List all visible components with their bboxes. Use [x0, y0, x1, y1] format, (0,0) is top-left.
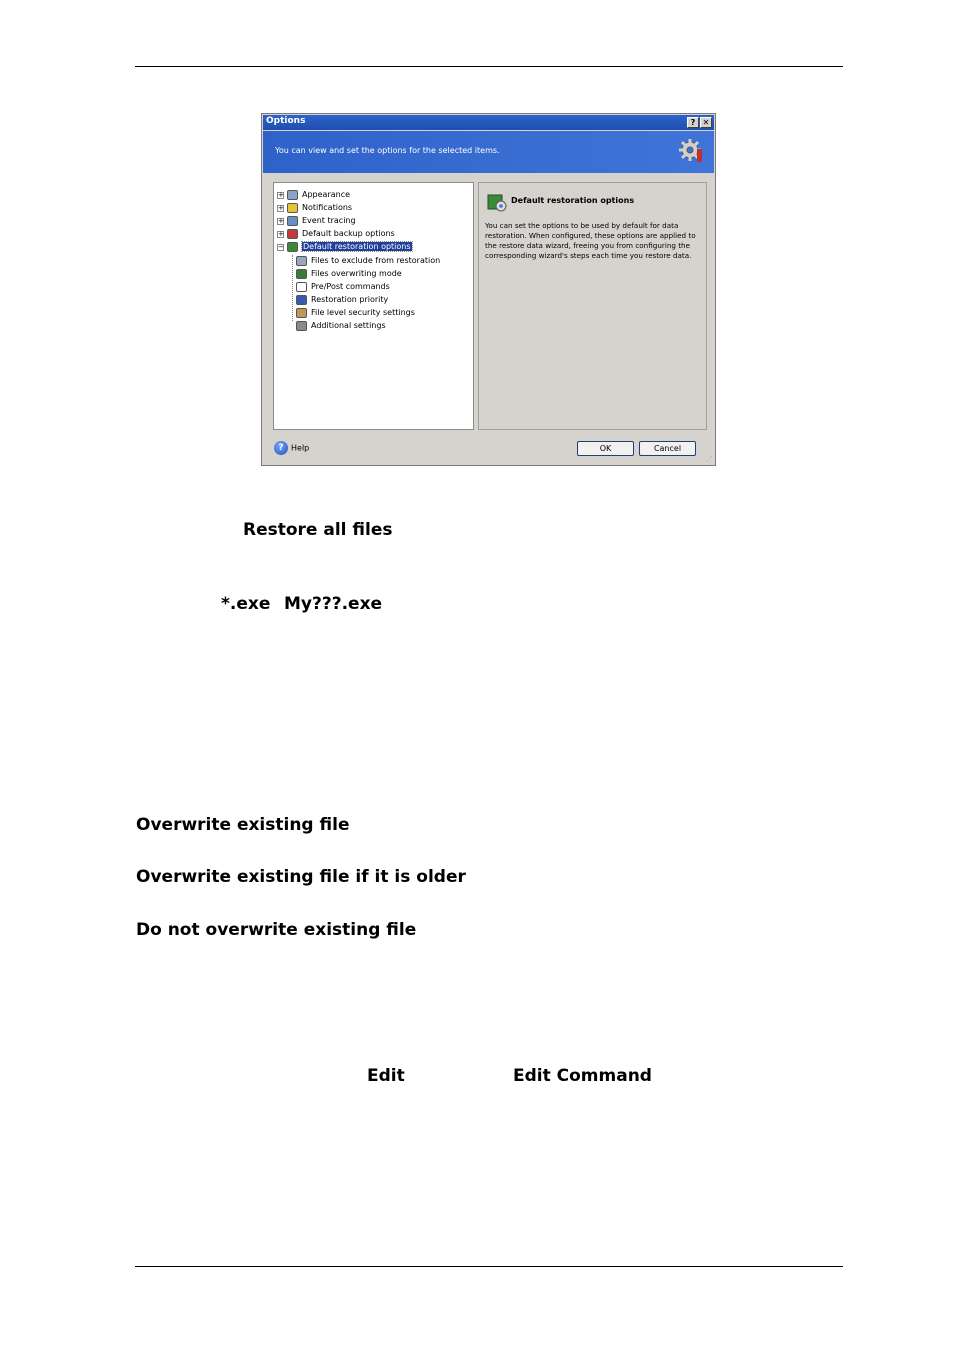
tree-item[interactable]: − Default restoration options [277, 241, 413, 253]
overwrite-if-older-text: Overwrite existing file if it is older [136, 867, 466, 887]
tree-item[interactable]: + Notifications [277, 202, 352, 214]
tree-item-label: File level security settings [311, 308, 415, 317]
info-pane: Default restoration options You can set … [478, 182, 707, 430]
cancel-button[interactable]: Cancel [639, 441, 696, 456]
header-rule [135, 66, 843, 67]
footer-rule [135, 1266, 843, 1267]
dialog-titlebar: Options ? ✕ [263, 115, 714, 130]
tree-item-label: Additional settings [311, 321, 386, 330]
info-description: You can set the options to be used by de… [485, 221, 696, 260]
options-dialog: Options ? ✕ You can view and set the opt… [261, 113, 716, 466]
expand-icon[interactable]: + [277, 204, 284, 212]
tree-item-label: Appearance [302, 190, 351, 199]
question-icon: ? [274, 441, 288, 455]
tree-item-icon [287, 242, 298, 252]
tree-item-label: Default backup options [302, 229, 395, 238]
tree-item-icon [287, 229, 298, 239]
expand-icon[interactable]: + [277, 217, 284, 225]
tree-item-label: Event tracing [302, 216, 356, 225]
tree-item-icon [287, 190, 298, 200]
banner-text: You can view and set the options for the… [275, 146, 500, 155]
tree-item[interactable]: + Event tracing [277, 215, 356, 227]
tree-item[interactable]: + Default backup options [277, 228, 395, 240]
tree-item-icon [287, 203, 298, 213]
edit-command-text: Edit Command [513, 1066, 652, 1086]
tree-item[interactable]: Files overwriting mode [296, 268, 402, 280]
gear-icon [679, 139, 702, 162]
collapse-icon[interactable]: − [277, 243, 284, 251]
tree-item-label: Restoration priority [311, 295, 389, 304]
tree-connector [292, 255, 293, 321]
tree-item-label: Default restoration options [301, 241, 413, 252]
tree-item-label: Notifications [302, 203, 353, 212]
restore-options-icon [487, 194, 507, 212]
tree-item-icon [296, 269, 307, 279]
help-label: Help [291, 443, 310, 453]
tree-item-label: Files overwriting mode [311, 269, 402, 278]
tree-item-icon [296, 321, 307, 331]
expand-icon[interactable]: + [277, 191, 284, 199]
tree-item-icon [296, 256, 307, 266]
tree-item-icon [296, 282, 307, 292]
dialog-banner: You can view and set the options for the… [263, 131, 714, 173]
tree-item-icon [296, 308, 307, 318]
tree-item[interactable]: + Appearance [277, 189, 350, 201]
mask-example-1: *.exe [221, 594, 271, 614]
dialog-title: Options [266, 116, 306, 126]
ok-button[interactable]: OK [577, 441, 634, 456]
help-icon[interactable]: ? [687, 117, 699, 128]
close-icon[interactable]: ✕ [700, 117, 712, 128]
expand-icon[interactable]: + [277, 230, 284, 238]
info-title: Default restoration options [511, 196, 635, 205]
restore-all-files-text: Restore all files [243, 520, 393, 540]
mask-example-2: My???.exe [284, 594, 383, 614]
overwrite-existing-text: Overwrite existing file [136, 815, 350, 835]
edit-text: Edit [367, 1066, 405, 1086]
tree-item[interactable]: Files to exclude from restoration [296, 255, 440, 267]
tree-item[interactable]: Additional settings [296, 320, 386, 332]
tree-item[interactable]: Restoration priority [296, 294, 388, 306]
do-not-overwrite-text: Do not overwrite existing file [136, 920, 417, 940]
resize-grip-icon[interactable]: ⋰ [706, 455, 713, 463]
tree-item-icon [296, 295, 307, 305]
tree-item-icon [287, 216, 298, 226]
tree-item[interactable]: Pre/Post commands [296, 281, 390, 293]
tree-item-label: Pre/Post commands [311, 282, 390, 291]
tree-item-label: Files to exclude from restoration [311, 256, 441, 265]
tree-item[interactable]: File level security settings [296, 307, 415, 319]
help-link[interactable]: ? Help [274, 441, 309, 455]
options-tree: + Appearance + Notifications + Event tracing +… [273, 182, 474, 430]
